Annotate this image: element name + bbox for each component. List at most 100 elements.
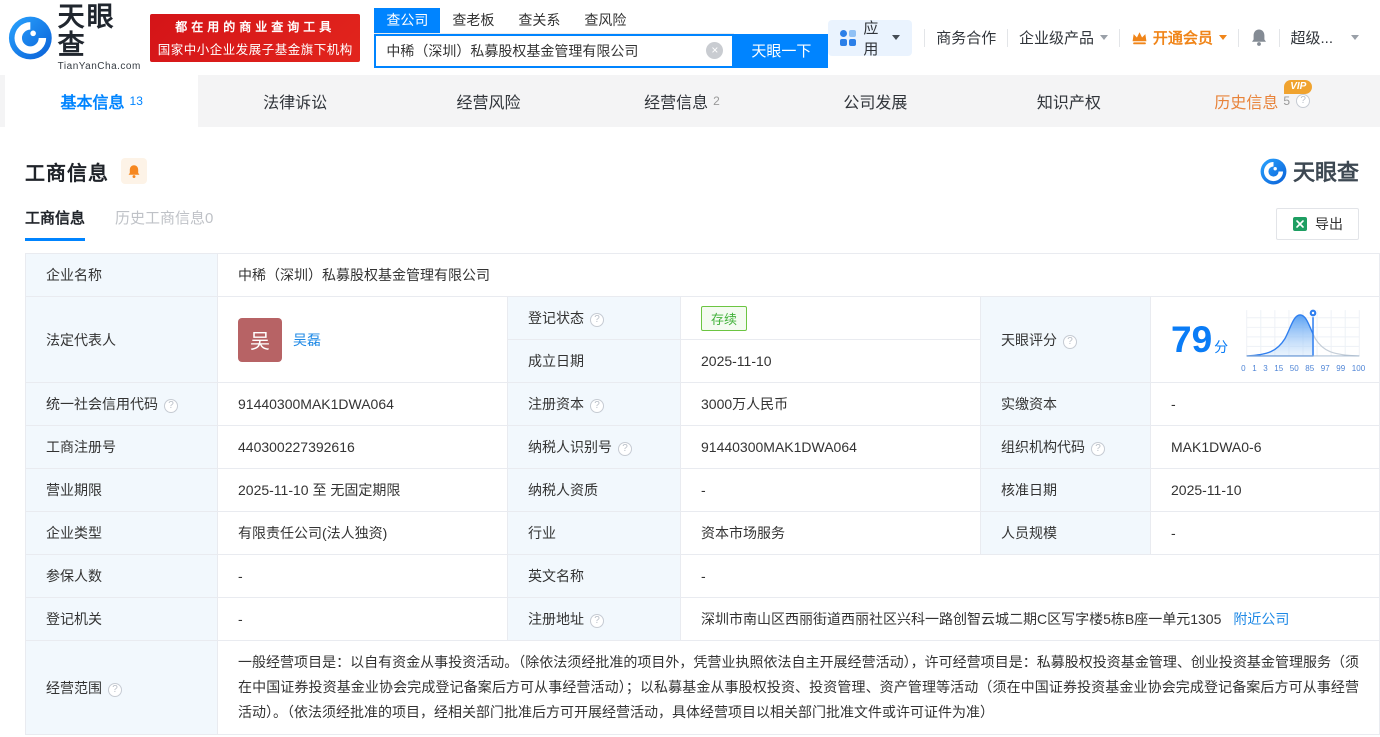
industry-label: 行业 [507, 511, 681, 555]
vip-badge: VIP [1284, 80, 1313, 94]
uscc-label: 统一社会信用代码? [25, 382, 218, 426]
en-name-label: 英文名称 [507, 554, 681, 598]
logo-domain: TianYanCha.com [57, 61, 141, 72]
nav-super[interactable]: 超级... [1280, 27, 1371, 48]
insured-label: 参保人数 [25, 554, 218, 598]
industry-value: 资本市场服务 [680, 511, 981, 555]
table-row: 统一社会信用代码? 91440300MAK1DWA064 注册资本? 3000万… [25, 382, 1380, 426]
logo-title: 天眼查 [57, 2, 116, 60]
subtab-business-info[interactable]: 工商信息 [25, 207, 86, 241]
help-icon[interactable]: ? [164, 399, 178, 413]
company-type-value: 有限责任公司(法人独资) [217, 511, 508, 555]
export-label: 导出 [1315, 216, 1343, 232]
promo-banner-line2: 国家中小企业发展子基金旗下机构 [157, 42, 353, 57]
excel-icon [1293, 217, 1307, 231]
nav-open-vip[interactable]: 开通会员 [1120, 27, 1238, 48]
approval-date-value: 2025-11-10 [1149, 468, 1380, 512]
approval-date-label: 核准日期 [980, 468, 1151, 512]
tab-label: 历史信息 [1214, 95, 1279, 112]
help-icon[interactable]: ? [590, 313, 604, 327]
tab-label: 经营风险 [456, 95, 521, 112]
tianyancha-logo[interactable]: 天眼查 TianYanCha.com [8, 3, 142, 72]
scope-label: 经营范围? [25, 640, 218, 735]
watermark-logo: 天眼查 [1260, 155, 1359, 187]
search-input[interactable] [376, 41, 707, 60]
nav-business-cooperation[interactable]: 商务合作 [925, 27, 1007, 48]
table-row: 登记机关 - 注册地址? 深圳市南山区西丽街道西丽社区兴科一路创智云城二期C区写… [25, 597, 1380, 641]
tab-basic-info[interactable]: 基本信息 13 [5, 75, 199, 127]
section-title: 工商信息 [25, 162, 109, 185]
nav-enterprise-label: 企业级产品 [1019, 30, 1095, 47]
tianyan-score-label: 天眼评分? [980, 296, 1151, 383]
score-axis: 0 1 3 15 50 85 97 99 100 [1241, 363, 1366, 373]
nav-apps[interactable]: 应用 [828, 19, 913, 58]
monitor-bell-badge[interactable] [121, 158, 147, 184]
tab-intellectual-property[interactable]: 知识产权 [972, 75, 1165, 127]
chevron-down-icon [892, 35, 901, 40]
help-icon[interactable]: ? [590, 399, 604, 413]
score-number: 79 分 [1171, 319, 1229, 360]
help-icon[interactable]: ? [108, 682, 122, 697]
search-row: × 天眼一下 [374, 33, 829, 68]
staff-size-label: 人员规模 [980, 511, 1151, 555]
promo-banner: 都在用的商业查询工具 国家中小企业发展子基金旗下机构 [150, 13, 361, 62]
help-icon[interactable]: ? [618, 442, 632, 456]
taxpayer-id-label: 纳税人识别号? [507, 425, 681, 469]
content: 工商信息 天眼查 工商信息 历史工商信息0 导出 企业名称 中稀（深圳）私募股权… [0, 127, 1380, 735]
promo-banner-line1: 都在用的商业查询工具 [175, 19, 336, 34]
export-button[interactable]: 导出 [1276, 208, 1359, 240]
chevron-down-icon [1100, 35, 1109, 40]
reg-capital-label: 注册资本? [507, 382, 681, 426]
tab-operating-info[interactable]: 经营信息 2 [585, 75, 778, 127]
paid-capital-value: - [1149, 382, 1380, 426]
search-tabs: 查公司 查老板 查关系 查风险 [374, 7, 735, 34]
reg-no-label: 工商注册号 [25, 425, 218, 469]
search-tab-relation[interactable]: 查关系 [506, 8, 572, 33]
search-button[interactable]: 天眼一下 [734, 33, 829, 68]
reg-no-value: 440300227392616 [217, 425, 508, 469]
subtab-history-business-info[interactable]: 历史工商信息0 [115, 207, 213, 241]
search-block: 查公司 查老板 查关系 查风险 × 天眼一下 [374, 7, 829, 68]
legal-rep-avatar[interactable]: 吴 [238, 317, 282, 362]
tab-count: 5 [1283, 94, 1291, 108]
tab-history-info[interactable]: VIP 历史信息 5 ? [1166, 75, 1359, 127]
business-info-table: 企业名称 中稀（深圳）私募股权基金管理有限公司 法定代表人 吴 吴磊 登记状态?… [25, 253, 1380, 735]
tab-label: 知识产权 [1036, 95, 1101, 112]
tab-company-development[interactable]: 公司发展 [779, 75, 972, 127]
crown-icon [1132, 32, 1147, 45]
help-icon[interactable]: ? [590, 614, 604, 628]
help-icon[interactable]: ? [1063, 334, 1077, 349]
taxpayer-qual-value: - [680, 468, 981, 512]
bell-icon [1251, 29, 1266, 46]
tianyancha-logo-icon [8, 16, 52, 59]
biz-term-label: 营业期限 [25, 468, 218, 512]
status-badge: 存续 [701, 305, 748, 331]
scope-value: 一般经营项目是：以自有资金从事投资活动。（除依法须经批准的项目外，凭营业执照依法… [216, 640, 1380, 735]
search-tab-risk[interactable]: 查风险 [572, 8, 638, 33]
reg-authority-label: 登记机关 [25, 597, 218, 641]
tab-legal-proceedings[interactable]: 法律诉讼 [198, 75, 391, 127]
search-tab-company[interactable]: 查公司 [374, 7, 441, 33]
table-row: 法定代表人 吴 吴磊 登记状态? 存续 天眼评分? 79 分 0 1 3 15 … [25, 296, 1380, 383]
reg-capital-value: 3000万人民币 [680, 382, 981, 426]
table-row: 营业期限 2025-11-10 至 无固定期限 纳税人资质 - 核准日期 202… [25, 468, 1380, 512]
search-tab-boss[interactable]: 查老板 [440, 8, 506, 33]
watermark-text: 天眼查 [1292, 160, 1359, 185]
legal-rep-link[interactable]: 吴磊 [293, 330, 321, 350]
table-row: 参保人数 - 英文名称 - [25, 554, 1380, 598]
nearby-companies-link[interactable]: 附近公司 [1233, 611, 1289, 627]
nav-apps-label: 应用 [863, 19, 879, 58]
help-icon[interactable]: ? [1296, 94, 1311, 108]
notification-bell[interactable] [1239, 28, 1279, 47]
table-row: 工商注册号 440300227392616 纳税人识别号? 91440300MA… [25, 425, 1380, 469]
taxpayer-id-value: 91440300MAK1DWA064 [680, 425, 981, 469]
address-value: 深圳市南山区西丽街道西丽社区兴科一路创智云城二期C区写字楼5栋B座一单元1305… [679, 597, 1380, 641]
nav-enterprise-products[interactable]: 企业级产品 [1008, 27, 1119, 48]
en-name-value: - [679, 554, 1380, 598]
tab-count: 2 [713, 94, 720, 108]
top-header: 天眼查 TianYanCha.com 都在用的商业查询工具 国家中小企业发展子基… [0, 0, 1380, 75]
tab-operating-risk[interactable]: 经营风险 [392, 75, 585, 127]
help-icon[interactable]: ? [1091, 442, 1105, 456]
score-distribution-chart: 0 1 3 15 50 85 97 99 100 [1241, 307, 1365, 373]
clear-icon[interactable]: × [706, 42, 724, 59]
